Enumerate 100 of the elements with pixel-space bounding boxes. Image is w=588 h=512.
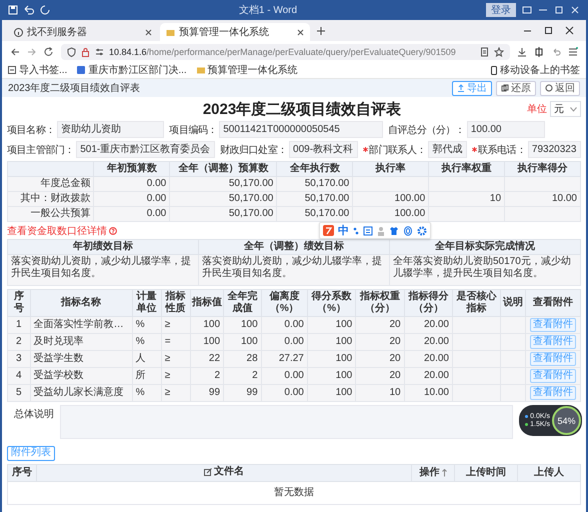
column-header: 偏离度（%） [261,290,308,316]
edit-icon [204,468,212,476]
unit-select[interactable]: 元 [550,101,581,117]
field-value: 50011421T000000050545 [219,121,384,138]
table-cell: 人 [132,350,162,368]
table-cell: 20 [356,316,404,334]
table-cell: 全面落实性学前教… [30,316,132,334]
shield-icon [67,46,76,56]
field-label: 项目名称： [7,124,56,136]
table-cell: 3 [8,350,30,368]
table-cell: 100 [307,368,356,384]
user-icon [377,226,385,236]
column-header: 上传时间 [466,466,506,478]
table-cell: 2 [8,334,30,350]
caret-icon [570,106,577,112]
column-header: 全年（调整）绩效目标 [198,240,390,254]
star-icon [494,46,504,56]
table-cell: 2 [224,368,262,384]
address-bar[interactable]: 10.84.1.6/home/performance/perManage/perEvaluate/query/perEvaluateQuery/901509 [61,44,510,60]
bookmark[interactable]: 重庆市黔江区部门决... [77,63,187,77]
close-icon [565,26,574,35]
table-cell: 100 [307,350,356,368]
table-cell: 20.00 [404,334,452,350]
input-mode-toggle[interactable]: 中 [338,223,349,238]
table-cell: 20 [356,334,404,350]
summary-field[interactable] [60,405,513,439]
field-label: 项目编码： [169,124,218,136]
bookmark[interactable]: 导入书签... [8,63,68,77]
table-cell: 100 [224,316,262,334]
empty-message: 暂无数据 [274,486,314,498]
settings-icon [417,226,427,236]
table-cell: 100 [307,316,356,334]
field-label: 部门联系人： [368,144,426,156]
row-label: 一般公共预算 [8,206,94,222]
table-cell: ≥ [161,316,190,334]
forward-icon [27,46,37,56]
table-cell: % [132,316,162,334]
table-cell: ≥ [161,350,190,368]
table-cell: 50,170.00 [276,176,353,192]
breadcrumb: 2023年度二级项目绩效自评表 [8,82,142,95]
table-cell: 0.00 [261,334,308,350]
table-cell: 100 [190,334,224,350]
table-cell: 4 [8,368,30,384]
help-icon [109,226,117,234]
column-header: 说明 [500,290,526,316]
lock-icon [81,46,90,56]
action-button[interactable]: 返回 [540,80,580,96]
new-tab-icon [316,26,326,36]
table-cell: 20.00 [404,368,452,384]
undo-icon [24,4,34,14]
table-cell: = [161,334,190,350]
folder-icon [166,28,175,36]
login-button[interactable]: 登录 [486,2,516,16]
column-header: 文件名 [214,466,244,478]
reader-icon [480,46,489,56]
table-cell: 20 [356,368,404,384]
table-cell: 0.00 [261,384,308,402]
column-header: 是否核心指标 [452,290,501,316]
field-label: 联系电话： [478,144,526,156]
shirt-icon [389,226,399,236]
table-cell: 100.00 [352,192,429,206]
column-header: 序号 [8,290,30,316]
sort-icon [442,468,446,476]
table-cell: 100 [307,334,356,350]
funding-details-link[interactable]: 查看资金取数口径详情 [7,224,107,238]
table-cell: % [132,334,162,350]
browser-tab[interactable]: 预算管理一体化系统 [160,23,310,41]
table-cell: 100 [224,334,262,350]
bookmark[interactable]: 移动设备上的书签 [491,63,580,77]
table-cell: ≥ [161,384,190,402]
table-cell: 22 [190,350,224,368]
table-cell: 10.00 [404,384,452,402]
action-button[interactable]: 还原 [496,80,536,96]
column-header: 执行率得分 [504,162,580,176]
menu-icon [568,46,578,56]
column-header: 上传人 [534,466,564,478]
field-label: 自评总分（分）： [388,124,465,136]
punctuation-icon [353,226,359,236]
browser-tab[interactable]: 找不到服务器 [8,23,158,41]
table-cell: 1 [8,316,30,334]
table-cell: 100.00 [352,206,429,222]
restore-icon [501,84,509,92]
column-header: 执行率权重 [428,162,505,176]
column-header: 指标值 [190,290,224,316]
reload-icon [44,46,54,56]
table-cell: 50,170.00 [170,206,277,222]
table-cell: 99 [190,384,224,402]
field-value: 100.00 [466,121,545,138]
usage-gauge: 54% [552,406,581,435]
field-value: 郭代成 [428,141,467,158]
column-header: 指标性质 [161,290,190,316]
bookmark[interactable]: 预算管理一体化系统 [196,63,298,77]
table-cell: 50,170.00 [276,192,353,206]
folder-icon [196,66,205,74]
table-cell: 受益学生数 [30,350,132,368]
save-icon [8,4,18,14]
field-value: 501-重庆市黔江区教育委员会 [76,141,215,158]
table-cell: 0.00 [94,192,170,206]
keyboard-icon [363,226,373,236]
maximize-icon [554,4,564,14]
